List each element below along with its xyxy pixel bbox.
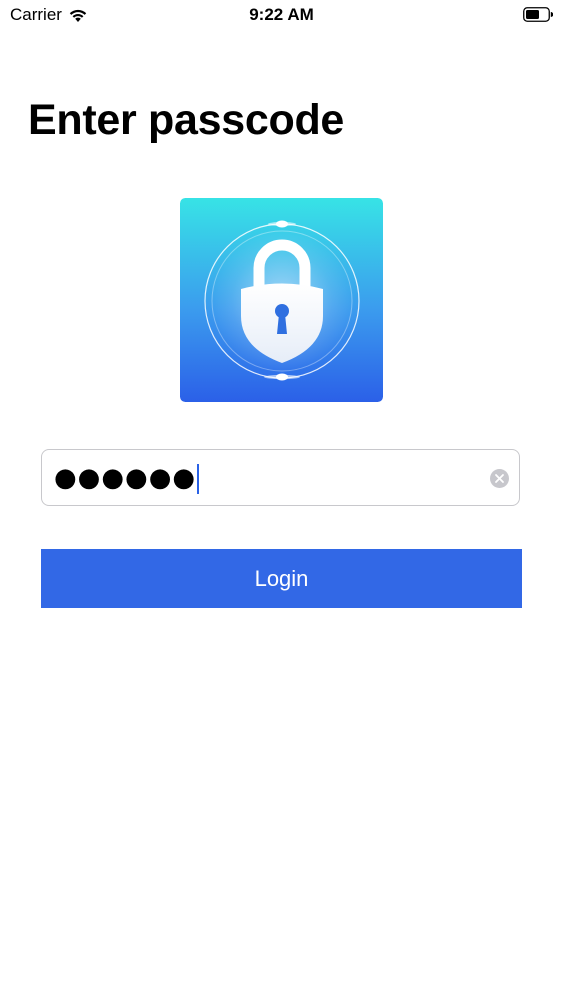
lock-icon [180,198,383,402]
status-bar: Carrier 9:22 AM [0,0,563,30]
passcode-input[interactable]: ●●●●●● [41,449,520,506]
login-button[interactable]: Login [41,549,522,608]
text-caret [197,463,200,494]
page-title: Enter passcode [28,96,345,144]
battery-icon [523,7,553,22]
clear-icon[interactable] [490,469,509,488]
passcode-value: ●●●●●● [54,460,200,496]
status-time: 9:22 AM [249,5,314,24]
